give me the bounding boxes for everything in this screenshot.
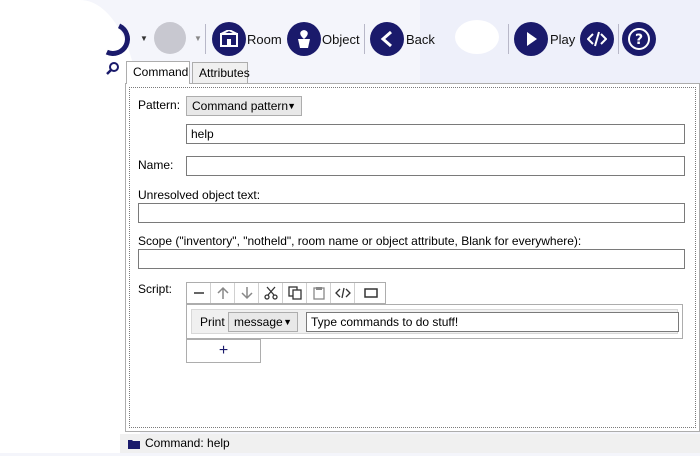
chevron-down-icon: ▼ bbox=[283, 317, 292, 327]
window-icon[interactable] bbox=[355, 283, 386, 303]
main-toolbar: ▼ ▼ Room Object Back Play ? bbox=[0, 0, 700, 62]
search-icon[interactable] bbox=[106, 62, 120, 79]
toolbar-separator bbox=[364, 24, 365, 54]
scope-input[interactable] bbox=[138, 249, 685, 269]
script-label: Script: bbox=[138, 282, 173, 296]
play-icon[interactable] bbox=[514, 22, 548, 56]
message-type-select[interactable]: message ▼ bbox=[228, 312, 298, 332]
toolbar-separator bbox=[618, 24, 619, 54]
arrow-down-icon[interactable] bbox=[235, 283, 259, 303]
chevron-down-icon: ▼ bbox=[287, 101, 296, 111]
name-input[interactable] bbox=[186, 156, 685, 176]
undo-icon[interactable] bbox=[91, 17, 135, 61]
script-line[interactable]: Print message ▼ Type commands to do stuf… bbox=[191, 309, 679, 334]
redo-dropdown-arrow[interactable]: ▼ bbox=[194, 34, 202, 43]
toolbar-separator bbox=[508, 24, 509, 54]
paste-icon[interactable] bbox=[307, 283, 331, 303]
scope-label: Scope ("inventory", "notheld", room name… bbox=[138, 234, 582, 248]
code-view-icon[interactable] bbox=[331, 283, 355, 303]
arrow-up-icon[interactable] bbox=[211, 283, 235, 303]
name-label: Name: bbox=[138, 158, 174, 172]
status-bar: Command: help bbox=[120, 434, 700, 453]
message-type-value: message bbox=[234, 315, 283, 329]
unresolved-input[interactable] bbox=[138, 203, 685, 223]
play-button-label[interactable]: Play bbox=[550, 32, 575, 47]
code-view-icon[interactable] bbox=[580, 22, 614, 56]
script-line-keyword: Print bbox=[200, 315, 225, 329]
pattern-input[interactable]: help bbox=[186, 124, 685, 144]
message-text-input[interactable]: Type commands to do stuff! bbox=[306, 312, 679, 332]
toolbar-separator bbox=[205, 24, 206, 54]
script-toolbar bbox=[186, 282, 386, 304]
script-editor: Print message ▼ Type commands to do stuf… bbox=[186, 304, 683, 339]
tab-attributes[interactable]: Attributes bbox=[192, 62, 250, 83]
tab-command[interactable]: Command bbox=[126, 61, 190, 84]
back-button-label[interactable]: Back bbox=[406, 32, 435, 47]
pattern-type-value: Command pattern bbox=[192, 99, 289, 113]
room-icon[interactable] bbox=[212, 22, 246, 56]
folder-icon bbox=[127, 437, 141, 456]
copy-icon[interactable] bbox=[283, 283, 307, 303]
back-icon[interactable] bbox=[370, 22, 404, 56]
redo-icon[interactable] bbox=[154, 22, 186, 54]
object-icon[interactable] bbox=[287, 22, 321, 56]
pattern-type-select[interactable]: Command pattern ▼ bbox=[186, 96, 302, 116]
unresolved-label: Unresolved object text: bbox=[138, 188, 261, 202]
forward-icon[interactable] bbox=[455, 20, 499, 54]
minus-icon[interactable] bbox=[187, 283, 211, 303]
object-button-label[interactable]: Object bbox=[322, 32, 360, 47]
undo-dropdown-arrow[interactable]: ▼ bbox=[140, 34, 148, 43]
room-button-label[interactable]: Room bbox=[247, 32, 282, 47]
pattern-label: Pattern: bbox=[138, 98, 181, 112]
scissors-icon[interactable] bbox=[259, 283, 283, 303]
status-text: Command: help bbox=[145, 436, 230, 450]
svg-text:?: ? bbox=[635, 32, 643, 48]
help-icon[interactable]: ? bbox=[622, 22, 656, 56]
add-script-button[interactable]: + bbox=[186, 339, 261, 363]
